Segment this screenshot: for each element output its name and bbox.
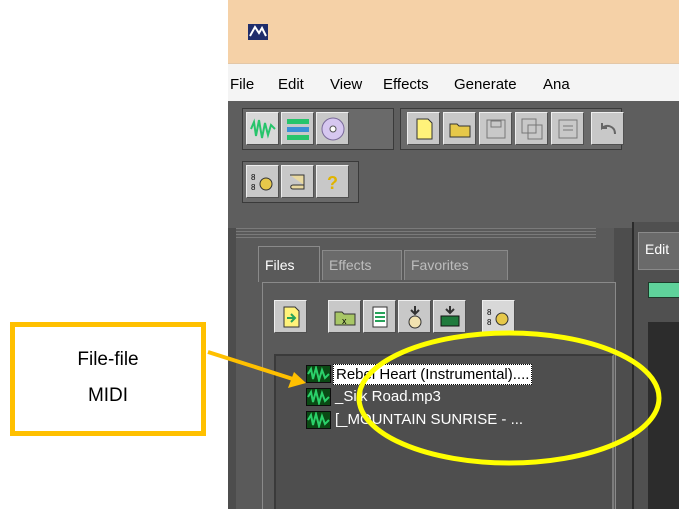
file-name: _Silk Road.mp3 — [335, 388, 441, 405]
toolbar-group-views — [242, 108, 394, 150]
save-all-icon — [521, 118, 543, 140]
toolbar-group-misc: 88 ? — [242, 161, 359, 203]
save-selection-button[interactable] — [551, 112, 584, 145]
cool-edit-window: File Edit View Effects Generate Ana 8 8 … — [228, 0, 679, 509]
save-button[interactable] — [479, 112, 512, 145]
svg-text:8: 8 — [487, 308, 492, 317]
menu-bar: File Edit View Effects Generate Ana — [228, 63, 679, 102]
help-icon: ? — [327, 173, 338, 193]
multitrack-view-button[interactable] — [281, 112, 314, 145]
annotation-line-2: MIDI — [87, 385, 129, 406]
level-indicator — [648, 282, 679, 298]
new-button[interactable] — [407, 112, 440, 145]
insert-file-button[interactable] — [398, 300, 431, 333]
gear-icon: 88 — [251, 173, 273, 192]
menu-effects[interactable]: Effects — [383, 76, 429, 93]
file-list[interactable]: Rebel Heart (Instrumental).... _Silk Roa… — [274, 354, 614, 509]
insert-cd-icon — [408, 306, 422, 329]
audio-file-icon — [306, 387, 331, 407]
scroll-icon — [290, 174, 305, 190]
waveform-icon — [250, 118, 276, 139]
title-bar — [228, 0, 679, 63]
full-paths-button[interactable]: 88 — [482, 300, 515, 333]
save-all-button[interactable] — [515, 112, 548, 145]
save-selection-icon — [558, 119, 578, 139]
menu-generate[interactable]: Generate — [454, 76, 517, 93]
edit-file-button[interactable] — [363, 300, 396, 333]
svg-text:x: x — [342, 316, 347, 326]
import-file-icon — [283, 306, 300, 328]
annotation-callout: File-file MIDI — [10, 322, 206, 436]
toolbar-group-file — [400, 108, 624, 150]
svg-text:8: 8 — [251, 183, 256, 192]
files-panel: Files Effects Favorites x 88 Rebel Heart… — [236, 228, 616, 509]
waveform-view-button[interactable] — [246, 112, 279, 145]
help-button[interactable]: ? — [316, 165, 349, 198]
editor-panel: Edit — [632, 222, 679, 509]
edit-file-icon — [372, 306, 388, 328]
undo-icon — [601, 123, 616, 135]
menu-view[interactable]: View — [330, 76, 362, 93]
tab-favorites[interactable]: Favorites — [404, 250, 508, 280]
cd-icon — [321, 117, 345, 141]
svg-text:8: 8 — [487, 318, 492, 327]
insert-multitrack-button[interactable] — [433, 300, 466, 333]
cd-view-button[interactable] — [316, 112, 349, 145]
annotation-line-1: File-file — [77, 349, 139, 370]
menu-analyze[interactable]: Ana — [543, 76, 570, 93]
menu-file[interactable]: File — [230, 76, 254, 93]
file-name: [_MOUNTAIN SUNRISE - ... — [335, 411, 524, 428]
folder-close-icon: x — [334, 311, 356, 326]
undo-button[interactable] — [591, 112, 624, 145]
menu-edit[interactable]: Edit — [278, 76, 304, 93]
multitrack-icon — [287, 119, 309, 140]
svg-text:8: 8 — [251, 173, 256, 182]
tab-edit[interactable]: Edit — [638, 232, 679, 270]
open-file-button[interactable] — [274, 300, 307, 333]
toolbar: 88 ? — [228, 101, 679, 228]
insert-track-icon — [440, 306, 460, 327]
script-button[interactable] — [281, 165, 314, 198]
open-button[interactable] — [443, 112, 476, 145]
save-icon — [486, 119, 506, 139]
app-logo-icon — [248, 24, 268, 40]
folder-icon — [449, 123, 471, 138]
settings-gear-icon: 88 — [487, 308, 509, 327]
svg-text:?: ? — [327, 173, 338, 193]
audio-file-icon — [306, 364, 331, 384]
cd-mode-button[interactable]: 88 — [246, 165, 279, 198]
waveform-display[interactable] — [648, 322, 679, 509]
file-name: Rebel Heart (Instrumental).... — [333, 364, 533, 385]
close-file-button[interactable]: x — [328, 300, 361, 333]
panel-gripper[interactable] — [236, 228, 596, 240]
audio-file-icon — [306, 410, 331, 430]
tab-effects[interactable]: Effects — [322, 250, 402, 280]
tab-files[interactable]: Files — [258, 246, 320, 282]
new-file-icon — [416, 118, 433, 140]
